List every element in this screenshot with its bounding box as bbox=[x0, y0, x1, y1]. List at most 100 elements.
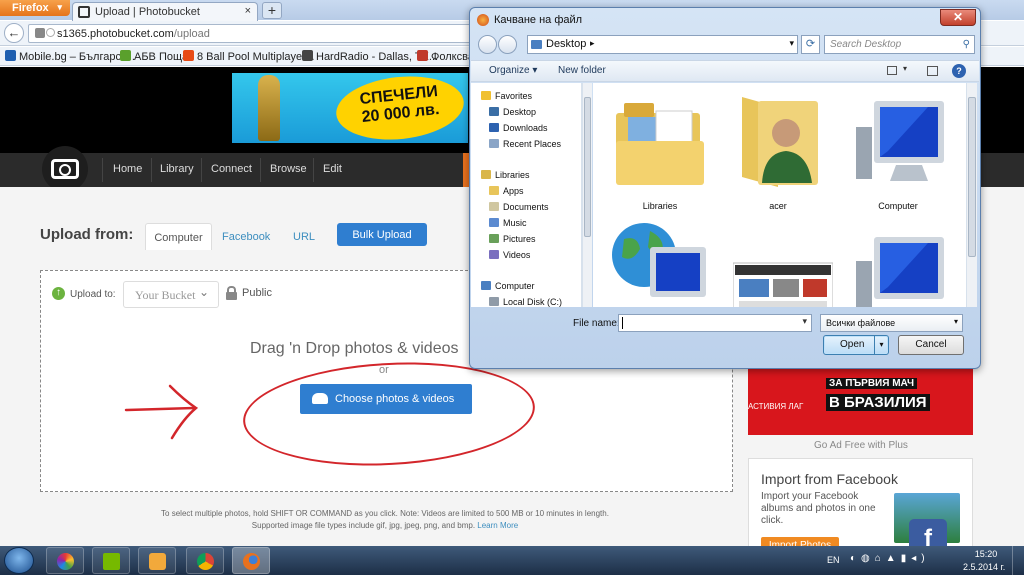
taskbar-picasa[interactable] bbox=[46, 547, 84, 574]
nav-browse[interactable]: Browse bbox=[270, 163, 307, 175]
system-tray-icons[interactable]: ◐◍⌂▲▮◂) bbox=[850, 553, 930, 564]
firefox-menu-button[interactable]: Firefox bbox=[0, 0, 70, 16]
search-icon[interactable]: ⚲ bbox=[963, 39, 970, 50]
clock-time[interactable]: 15:20 bbox=[972, 549, 1000, 559]
dialog-close-button[interactable]: ✕ bbox=[940, 9, 976, 26]
chevron-down-icon[interactable]: ▾ bbox=[874, 336, 888, 354]
bookmark-icon bbox=[183, 50, 194, 61]
recent-places-icon bbox=[489, 139, 499, 148]
file-tile-libraries[interactable]: Libraries bbox=[605, 91, 715, 211]
browser-tab[interactable]: Upload | Photobucket × bbox=[72, 2, 258, 21]
folder-icon bbox=[489, 186, 499, 195]
views-icon[interactable] bbox=[887, 66, 897, 75]
nav-pane-item[interactable]: Downloads bbox=[489, 123, 548, 133]
chevron-down-icon[interactable]: ▾ bbox=[789, 38, 794, 49]
clock-date[interactable]: 2.5.2014 г. bbox=[963, 562, 1005, 572]
tab-url[interactable]: URL bbox=[293, 231, 315, 243]
file-tile-network[interactable] bbox=[605, 217, 715, 307]
file-list-scrollbar[interactable] bbox=[966, 83, 977, 307]
nav-pane-item[interactable]: Pictures bbox=[489, 234, 536, 244]
url-bar[interactable]: s1365.photobucket.com/upload bbox=[28, 24, 488, 43]
open-button[interactable]: Open ▾ bbox=[823, 335, 889, 355]
scrollbar-thumb[interactable] bbox=[584, 97, 591, 237]
file-type-select[interactable]: Всички файлове ▾ bbox=[820, 314, 963, 332]
nav-pane-item[interactable]: Music bbox=[489, 218, 527, 228]
file-tile-screenshot[interactable] bbox=[728, 217, 838, 307]
nav-pane-label: Documents bbox=[503, 202, 549, 212]
start-button[interactable] bbox=[4, 547, 34, 574]
taskbar-firefox[interactable] bbox=[232, 547, 270, 574]
forward-arrow-icon[interactable] bbox=[498, 35, 517, 54]
show-desktop-button[interactable] bbox=[1012, 546, 1024, 575]
network-globe-icon bbox=[612, 223, 706, 297]
bucket-select[interactable]: Your Bucket bbox=[123, 281, 219, 308]
downloads-icon bbox=[489, 123, 499, 132]
tab-facebook[interactable]: Facebook bbox=[222, 231, 270, 243]
lock-body-icon bbox=[226, 292, 237, 300]
tab-close-icon[interactable]: × bbox=[245, 5, 251, 17]
search-input[interactable]: Search Desktop ⚲ bbox=[824, 35, 975, 54]
chevron-down-icon[interactable]: ▾ bbox=[903, 64, 907, 73]
nav-pane-item[interactable]: Desktop bbox=[489, 107, 536, 117]
nav-pane-item[interactable]: Favorites bbox=[481, 91, 532, 101]
nav-pane-label: Desktop bbox=[503, 107, 537, 117]
ad-free-link[interactable]: Go Ad Free with Plus bbox=[814, 440, 908, 451]
sidebar-ad-line2: В БРАЗИЛИЯ bbox=[826, 394, 930, 411]
nav-home[interactable]: Home bbox=[113, 163, 142, 175]
file-tile-computer-2[interactable] bbox=[843, 217, 953, 307]
sidebar-ad-side-text: АСТИВИЯ ЛАГ bbox=[748, 402, 804, 411]
file-name-input[interactable]: ▾ bbox=[618, 314, 812, 332]
back-arrow-icon[interactable]: ← bbox=[4, 23, 24, 43]
nav-pane-item[interactable]: Local Disk (C:) bbox=[489, 297, 562, 307]
nav-pane-item[interactable]: Videos bbox=[489, 250, 530, 260]
tab-computer[interactable]: Computer bbox=[145, 223, 212, 250]
photobucket-logo[interactable] bbox=[42, 146, 88, 192]
nav-pane-item[interactable]: Documents bbox=[489, 202, 549, 212]
nav-connect[interactable]: Connect bbox=[211, 163, 252, 175]
nav-pane-item[interactable]: Apps bbox=[489, 186, 524, 196]
nav-pane-item[interactable]: Recent Places bbox=[489, 139, 561, 149]
file-tile-acer[interactable]: acer bbox=[723, 91, 833, 211]
scrollbar-thumb[interactable] bbox=[968, 97, 976, 257]
refresh-icon[interactable]: ⟳ bbox=[801, 35, 820, 54]
sidebar-ad[interactable]: АСТИВИЯ ЛАГ ЗА ПЪРВИЯ МАЧ В БРАЗИЛИЯ bbox=[748, 366, 973, 435]
privacy-label[interactable]: Public bbox=[242, 287, 272, 299]
nav-pane-item[interactable]: Libraries bbox=[481, 170, 530, 180]
bookmark-item[interactable]: АБВ Поща bbox=[120, 50, 188, 63]
breadcrumb-arrow-icon[interactable]: ▸ bbox=[590, 38, 595, 49]
bookmark-item[interactable]: Фолксва bbox=[417, 50, 474, 63]
back-arrow-icon[interactable] bbox=[478, 35, 497, 54]
nav-edit[interactable]: Edit bbox=[323, 163, 342, 175]
learn-more-link[interactable]: Learn More bbox=[477, 521, 518, 530]
organize-menu[interactable]: Organize ▾ bbox=[489, 65, 537, 76]
new-tab-button[interactable]: + bbox=[262, 2, 282, 19]
nav-scrollbar[interactable] bbox=[582, 83, 592, 307]
videos-icon bbox=[489, 250, 499, 259]
taskbar-nvidia[interactable] bbox=[92, 547, 130, 574]
bookmark-item[interactable]: Mobile.bg – Българск... bbox=[5, 50, 135, 63]
chevron-down-icon[interactable]: ▾ bbox=[954, 317, 958, 326]
new-folder-button[interactable]: New folder bbox=[558, 65, 606, 76]
ad-badge: СПЕЧЕЛИ 20 000 лв. bbox=[333, 73, 467, 143]
chevron-down-icon[interactable]: ▾ bbox=[802, 316, 807, 327]
desktop-icon bbox=[489, 107, 499, 116]
nav-pane-item[interactable]: Computer bbox=[481, 281, 535, 291]
media-player-icon bbox=[149, 553, 166, 570]
cancel-button[interactable]: Cancel bbox=[898, 335, 964, 355]
sidebar-ad-line1: ЗА ПЪРВИЯ МАЧ bbox=[826, 378, 918, 389]
bulk-upload-button[interactable]: Bulk Upload bbox=[337, 223, 427, 246]
file-tile-computer[interactable]: Computer bbox=[843, 91, 953, 211]
taskbar-media-player[interactable] bbox=[138, 547, 176, 574]
preview-pane-icon[interactable] bbox=[927, 66, 938, 76]
taskbar-chrome[interactable] bbox=[186, 547, 224, 574]
nav-library[interactable]: Library bbox=[160, 163, 194, 175]
help-icon[interactable]: ? bbox=[952, 64, 966, 78]
upload-heading: Upload from: bbox=[40, 226, 134, 243]
ad-banner[interactable]: СПЕЧЕЛИ 20 000 лв. bbox=[232, 73, 468, 143]
nav-pane-label: Videos bbox=[503, 250, 531, 260]
navigation-pane: Favorites Desktop Downloads Recent Place… bbox=[471, 83, 582, 307]
address-bar[interactable]: Desktop ▸ ▾ bbox=[527, 35, 798, 54]
bookmark-item[interactable]: 8 Ball Pool Multiplayer... bbox=[183, 50, 314, 63]
input-language[interactable]: EN bbox=[827, 555, 840, 565]
site-identity-icon[interactable] bbox=[35, 28, 45, 38]
